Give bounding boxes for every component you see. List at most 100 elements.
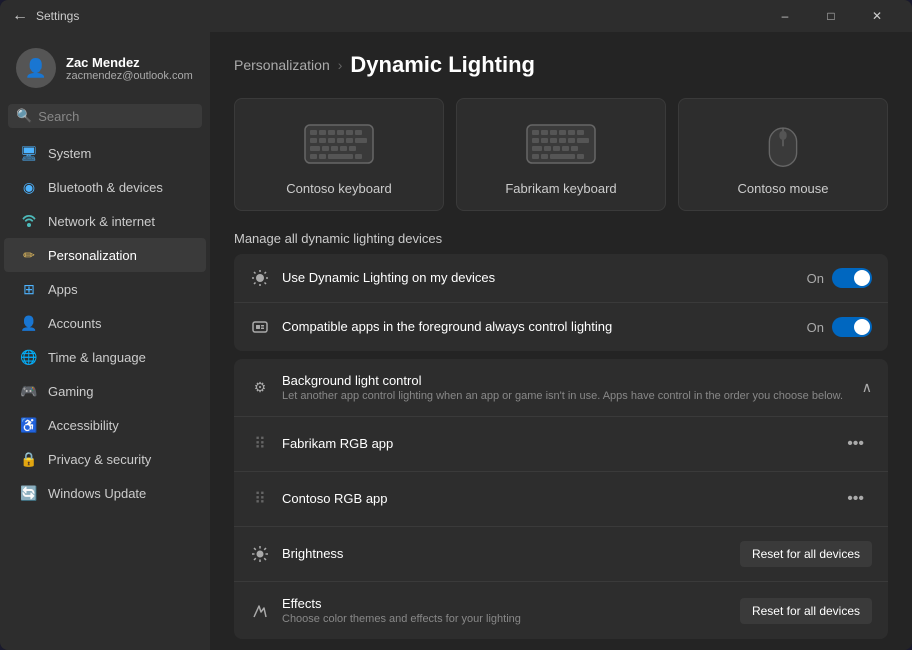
fabrikam-more-button[interactable]: ••• (839, 431, 872, 457)
apps-icon: ⊞ (20, 280, 38, 298)
brightness-label: Brightness (282, 546, 343, 561)
update-icon: 🔄 (20, 484, 38, 502)
contoso-app-content: Contoso RGB app (282, 490, 827, 508)
close-button[interactable]: ✕ (854, 0, 900, 32)
avatar: 👤 (16, 48, 56, 88)
background-control-group: ⚙ Background light control Let another a… (234, 359, 888, 639)
sidebar-item-network[interactable]: Network & internet (4, 204, 206, 238)
title-bar: ← Settings – □ ✕ (0, 0, 912, 32)
time-icon: 🌐 (20, 348, 38, 366)
chevron-up-icon: ∧ (862, 379, 872, 396)
device-name: Fabrikam keyboard (505, 181, 616, 196)
compatible-apps-state: On (807, 320, 824, 335)
effects-right: Reset for all devices (740, 598, 872, 624)
background-control-icon: ⚙ (250, 378, 270, 398)
background-control-content: Background light control Let another app… (282, 373, 850, 402)
breadcrumb-current: Dynamic Lighting (350, 52, 535, 78)
sidebar-item-label: Privacy & security (48, 452, 151, 467)
compatible-apps-toggle[interactable] (832, 317, 872, 337)
sidebar-item-label: Network & internet (48, 214, 155, 229)
toggles-group: Use Dynamic Lighting on my devices On (234, 254, 888, 351)
fabrikam-app-label: Fabrikam RGB app (282, 436, 393, 451)
sidebar-item-label: System (48, 146, 91, 161)
contoso-more-button[interactable]: ••• (839, 486, 872, 512)
dynamic-lighting-row: Use Dynamic Lighting on my devices On (234, 254, 888, 303)
keyboard-icon-fabrikam (526, 119, 596, 169)
dynamic-lighting-control: On (807, 268, 872, 288)
brightness-content: Brightness (282, 545, 728, 563)
sidebar: 👤 Zac Mendez zacmendez@outlook.com 🔍 🖥 S… (0, 32, 210, 650)
title-bar-left: ← Settings (12, 7, 79, 25)
gaming-icon: 🎮 (20, 382, 38, 400)
effects-sublabel: Choose color themes and effects for your… (282, 613, 728, 625)
drag-handle-fabrikam[interactable]: ⠿ (250, 434, 270, 454)
maximize-button[interactable]: □ (808, 0, 854, 32)
sidebar-item-label: Accessibility (48, 418, 119, 433)
mouse-icon-contoso (748, 119, 818, 169)
accounts-icon: 👤 (20, 314, 38, 332)
effects-reset-button[interactable]: Reset for all devices (740, 598, 872, 624)
sidebar-item-bluetooth[interactable]: ◉ Bluetooth & devices (4, 170, 206, 204)
content-area: 👤 Zac Mendez zacmendez@outlook.com 🔍 🖥 S… (0, 32, 912, 650)
sidebar-item-label: Accounts (48, 316, 101, 331)
dynamic-lighting-state: On (807, 271, 824, 286)
compatible-apps-icon (250, 317, 270, 337)
compatible-apps-control: On (807, 317, 872, 337)
background-control-label: Background light control (282, 373, 850, 388)
brightness-reset-button[interactable]: Reset for all devices (740, 541, 872, 567)
sidebar-item-label: Gaming (48, 384, 94, 399)
sidebar-item-personalization[interactable]: ✏ Personalization (4, 238, 206, 272)
sidebar-item-label: Time & language (48, 350, 146, 365)
compatible-apps-label: Compatible apps in the foreground always… (282, 319, 612, 334)
back-button[interactable]: ← (12, 7, 28, 25)
accessibility-icon: ♿ (20, 416, 38, 434)
keyboard-icon-contoso (304, 119, 374, 169)
brightness-icon (250, 544, 270, 564)
background-control-row[interactable]: ⚙ Background light control Let another a… (234, 359, 888, 417)
window-title: Settings (36, 9, 79, 23)
sidebar-item-label: Bluetooth & devices (48, 180, 163, 195)
dynamic-lighting-label: Use Dynamic Lighting on my devices (282, 270, 495, 285)
sidebar-item-system[interactable]: 🖥 System (4, 136, 206, 170)
compatible-apps-row: Compatible apps in the foreground always… (234, 303, 888, 351)
settings-window: ← Settings – □ ✕ 👤 Zac Mendez zacmendez@… (0, 0, 912, 650)
dynamic-lighting-toggle[interactable] (832, 268, 872, 288)
effects-label: Effects (282, 596, 728, 611)
brightness-right: Reset for all devices (740, 541, 872, 567)
sidebar-item-privacy[interactable]: 🔒 Privacy & security (4, 442, 206, 476)
breadcrumb-parent[interactable]: Personalization (234, 57, 330, 73)
device-card-contoso-keyboard[interactable]: Contoso keyboard (234, 98, 444, 211)
dynamic-lighting-icon (250, 268, 270, 288)
sidebar-item-accessibility[interactable]: ♿ Accessibility (4, 408, 206, 442)
contoso-app-row: ⠿ Contoso RGB app ••• (234, 472, 888, 527)
network-icon (20, 212, 38, 230)
brightness-row: Brightness Reset for all devices (234, 527, 888, 582)
user-info: Zac Mendez zacmendez@outlook.com (66, 55, 193, 82)
fabrikam-app-row: ⠿ Fabrikam RGB app ••• (234, 417, 888, 472)
dynamic-lighting-content: Use Dynamic Lighting on my devices (282, 269, 795, 287)
search-icon: 🔍 (16, 108, 32, 124)
device-name: Contoso mouse (737, 181, 828, 196)
user-profile: 👤 Zac Mendez zacmendez@outlook.com (0, 40, 210, 104)
effects-row: Effects Choose color themes and effects … (234, 582, 888, 639)
minimize-button[interactable]: – (762, 0, 808, 32)
contoso-app-right: ••• (839, 486, 872, 512)
sidebar-item-apps[interactable]: ⊞ Apps (4, 272, 206, 306)
sidebar-item-gaming[interactable]: 🎮 Gaming (4, 374, 206, 408)
background-control-sublabel: Let another app control lighting when an… (282, 390, 850, 402)
device-card-fabrikam-keyboard[interactable]: Fabrikam keyboard (456, 98, 666, 211)
bluetooth-icon: ◉ (20, 178, 38, 196)
search-box[interactable]: 🔍 (8, 104, 202, 128)
sidebar-item-label: Windows Update (48, 486, 146, 501)
drag-handle-contoso[interactable]: ⠿ (250, 489, 270, 509)
device-card-contoso-mouse[interactable]: Contoso mouse (678, 98, 888, 211)
search-input[interactable] (38, 109, 210, 124)
compatible-apps-content: Compatible apps in the foreground always… (282, 318, 795, 336)
sidebar-item-update[interactable]: 🔄 Windows Update (4, 476, 206, 510)
window-controls: – □ ✕ (762, 0, 900, 32)
user-name: Zac Mendez (66, 55, 193, 70)
main-content: Personalization › Dynamic Lighting (210, 32, 912, 650)
fabrikam-app-content: Fabrikam RGB app (282, 435, 827, 453)
sidebar-item-time[interactable]: 🌐 Time & language (4, 340, 206, 374)
sidebar-item-accounts[interactable]: 👤 Accounts (4, 306, 206, 340)
